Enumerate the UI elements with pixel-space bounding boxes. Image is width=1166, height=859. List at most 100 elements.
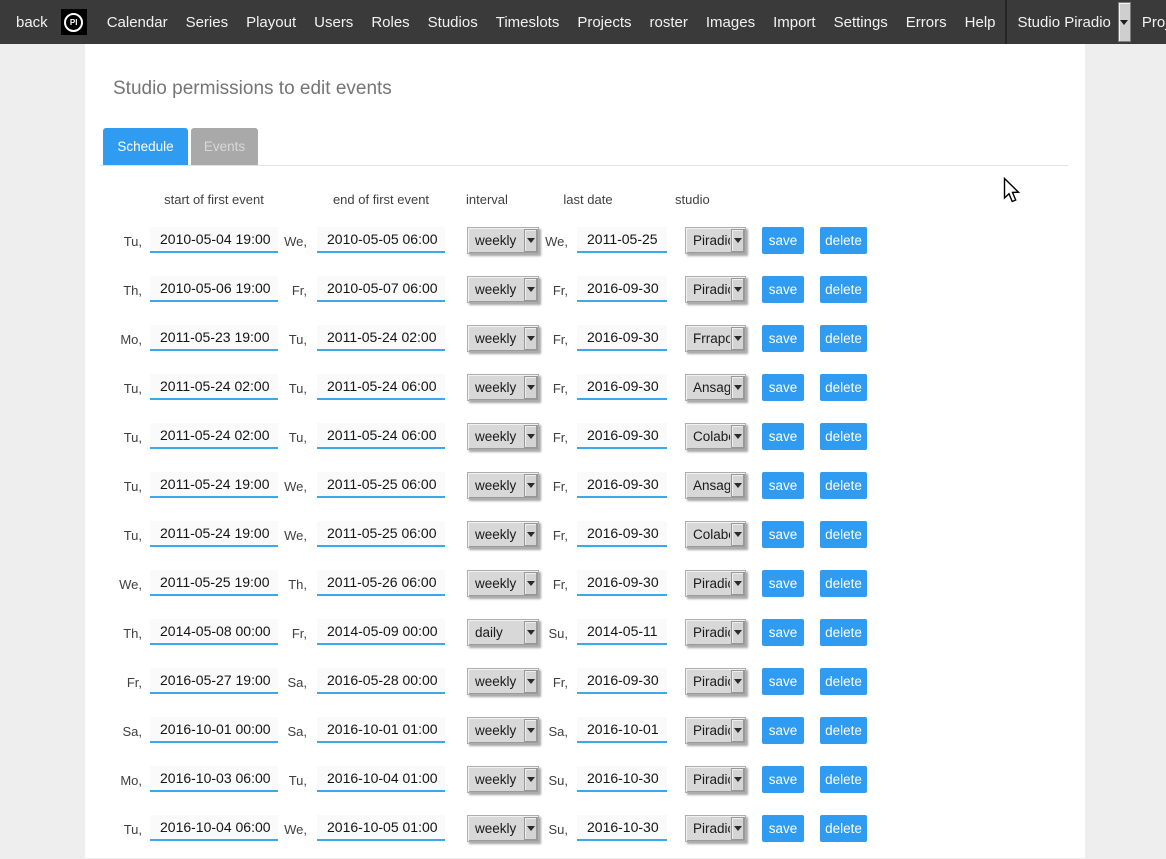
last-date-input[interactable]: [577, 227, 667, 253]
save-button[interactable]: save: [762, 325, 804, 352]
chevron-down-icon[interactable]: [731, 425, 744, 448]
studio-select[interactable]: Piradio: [685, 668, 746, 695]
studio-select[interactable]: Piradio: [685, 276, 746, 303]
nav-item[interactable]: Help: [956, 14, 1005, 31]
delete-button[interactable]: delete: [820, 472, 867, 499]
last-date-input[interactable]: [577, 570, 667, 596]
last-date-input[interactable]: [577, 815, 667, 841]
tab-events[interactable]: Events: [191, 128, 258, 165]
start-input[interactable]: [150, 423, 278, 449]
project-select-nav[interactable]: Project 88vier: [1131, 0, 1166, 44]
nav-item[interactable]: Calendar: [98, 14, 177, 31]
last-date-input[interactable]: [577, 619, 667, 645]
studio-select[interactable]: Piradio: [685, 815, 746, 842]
delete-button[interactable]: delete: [820, 325, 867, 352]
start-input[interactable]: [150, 472, 278, 498]
save-button[interactable]: save: [762, 668, 804, 695]
nav-item[interactable]: Users: [305, 14, 362, 31]
delete-button[interactable]: delete: [820, 521, 867, 548]
end-input[interactable]: [317, 766, 445, 792]
delete-button[interactable]: delete: [820, 815, 867, 842]
chevron-down-icon[interactable]: [1118, 2, 1131, 42]
start-input[interactable]: [150, 717, 278, 743]
last-date-input[interactable]: [577, 276, 667, 302]
last-date-input[interactable]: [577, 717, 667, 743]
studio-select-nav[interactable]: Studio Piradio: [1007, 0, 1131, 44]
delete-button[interactable]: delete: [820, 619, 867, 646]
chevron-down-icon[interactable]: [731, 229, 744, 252]
studio-select[interactable]: Ansage: [685, 472, 746, 499]
save-button[interactable]: save: [762, 766, 804, 793]
nav-item[interactable]: Timeslots: [487, 14, 569, 31]
studio-select[interactable]: Piradio: [685, 766, 746, 793]
delete-button[interactable]: delete: [820, 717, 867, 744]
save-button[interactable]: save: [762, 276, 804, 303]
nav-item[interactable]: roster: [641, 14, 697, 31]
studio-select[interactable]: Ansage: [685, 374, 746, 401]
nav-item[interactable]: Playout: [237, 14, 305, 31]
delete-button[interactable]: delete: [820, 227, 867, 254]
nav-item[interactable]: Images: [697, 14, 764, 31]
studio-select[interactable]: Frrapo: [685, 325, 746, 352]
chevron-down-icon[interactable]: [731, 572, 744, 595]
start-input[interactable]: [150, 276, 278, 302]
start-input[interactable]: [150, 668, 278, 694]
delete-button[interactable]: delete: [820, 668, 867, 695]
nav-item[interactable]: Roles: [362, 14, 418, 31]
studio-select[interactable]: Piradio: [685, 619, 746, 646]
studio-select[interactable]: Piradio: [685, 227, 746, 254]
end-input[interactable]: [317, 815, 445, 841]
nav-item[interactable]: Import: [764, 14, 825, 31]
last-date-input[interactable]: [577, 668, 667, 694]
save-button[interactable]: save: [762, 472, 804, 499]
end-input[interactable]: [317, 423, 445, 449]
start-input[interactable]: [150, 521, 278, 547]
nav-item[interactable]: Errors: [897, 14, 956, 31]
start-input[interactable]: [150, 766, 278, 792]
last-date-input[interactable]: [577, 325, 667, 351]
start-input[interactable]: [150, 619, 278, 645]
end-input[interactable]: [317, 668, 445, 694]
studio-select[interactable]: Colabo: [685, 423, 746, 450]
piradio-logo-icon[interactable]: PI: [61, 9, 87, 35]
chevron-down-icon[interactable]: [731, 670, 744, 693]
start-input[interactable]: [150, 374, 278, 400]
tab-schedule[interactable]: Schedule: [103, 128, 188, 165]
back-link[interactable]: back: [0, 14, 61, 31]
start-input[interactable]: [150, 570, 278, 596]
end-input[interactable]: [317, 276, 445, 302]
last-date-input[interactable]: [577, 766, 667, 792]
delete-button[interactable]: delete: [820, 276, 867, 303]
chevron-down-icon[interactable]: [731, 621, 744, 644]
save-button[interactable]: save: [762, 619, 804, 646]
start-input[interactable]: [150, 815, 278, 841]
delete-button[interactable]: delete: [820, 766, 867, 793]
end-input[interactable]: [317, 325, 445, 351]
nav-item[interactable]: Series: [177, 14, 238, 31]
chevron-down-icon[interactable]: [731, 376, 744, 399]
last-date-input[interactable]: [577, 423, 667, 449]
chevron-down-icon[interactable]: [731, 523, 744, 546]
nav-item[interactable]: Studios: [419, 14, 487, 31]
chevron-down-icon[interactable]: [731, 768, 744, 791]
end-input[interactable]: [317, 619, 445, 645]
chevron-down-icon[interactable]: [731, 817, 744, 840]
save-button[interactable]: save: [762, 717, 804, 744]
start-input[interactable]: [150, 227, 278, 253]
save-button[interactable]: save: [762, 815, 804, 842]
chevron-down-icon[interactable]: [731, 327, 744, 350]
delete-button[interactable]: delete: [820, 374, 867, 401]
end-input[interactable]: [317, 570, 445, 596]
chevron-down-icon[interactable]: [731, 474, 744, 497]
delete-button[interactable]: delete: [820, 570, 867, 597]
save-button[interactable]: save: [762, 374, 804, 401]
nav-item[interactable]: Settings: [825, 14, 897, 31]
end-input[interactable]: [317, 227, 445, 253]
end-input[interactable]: [317, 472, 445, 498]
last-date-input[interactable]: [577, 521, 667, 547]
studio-select[interactable]: Colabo: [685, 521, 746, 548]
end-input[interactable]: [317, 717, 445, 743]
studio-select[interactable]: Piradio: [685, 717, 746, 744]
delete-button[interactable]: delete: [820, 423, 867, 450]
chevron-down-icon[interactable]: [731, 719, 744, 742]
